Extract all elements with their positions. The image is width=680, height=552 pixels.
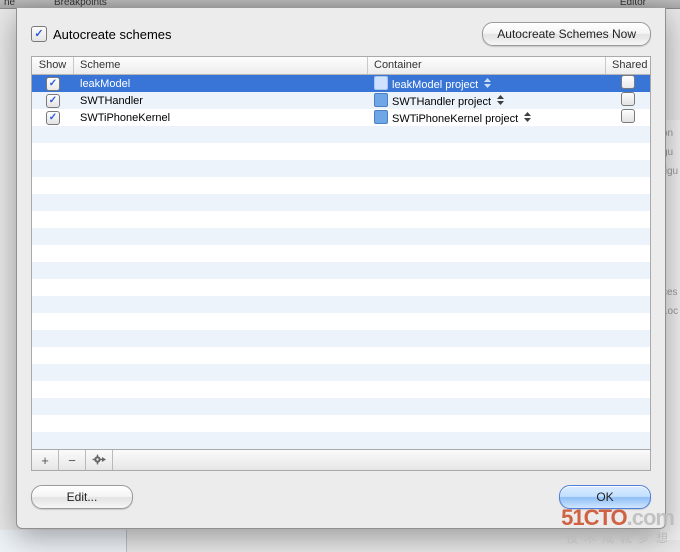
project-icon [374,93,388,107]
table-row-empty [32,296,650,313]
table-row[interactable]: SWTHandlerSWTHandler project [32,92,650,109]
table-header: Show Scheme Container Shared [32,57,650,75]
table-row-empty [32,313,650,330]
column-show[interactable]: Show [32,57,74,74]
shared-checkbox[interactable] [621,75,635,89]
table-row[interactable]: leakModelleakModel project [32,75,650,92]
table-row-empty [32,194,650,211]
scheme-name: SWTiPhoneKernel [74,112,368,124]
table-row-empty [32,381,650,398]
table-row-empty [32,126,650,143]
autocreate-schemes-checkbox[interactable]: Autocreate schemes [31,26,172,42]
table-row-empty [32,364,650,381]
column-container[interactable]: Container [368,57,606,74]
scheme-name: SWTHandler [74,95,368,107]
table-row-empty [32,398,650,415]
table-row-empty [32,245,650,262]
gear-icon [92,454,106,466]
table-row-empty [32,415,650,432]
sheet-footer: Edit... OK [17,476,665,528]
add-button[interactable]: + [32,450,59,470]
stepper-icon[interactable] [497,95,504,105]
table-row-empty [32,279,650,296]
container-cell[interactable]: SWTiPhoneKernel project [368,110,606,125]
table-row-empty [32,211,650,228]
ok-button[interactable]: OK [559,485,651,509]
table-row-empty [32,177,650,194]
table-row-empty [32,228,650,245]
edit-button[interactable]: Edit... [31,485,133,509]
bg-tab: Editor [620,0,646,8]
actions-menu-button[interactable] [86,450,113,470]
container-cell[interactable]: SWTHandler project [368,93,606,108]
scheme-name: leakModel [74,78,368,90]
project-icon [374,110,388,124]
show-checkbox[interactable] [46,77,60,91]
autocreate-now-button[interactable]: Autocreate Schemes Now [482,22,651,46]
background-sidebar [0,530,127,552]
remove-button[interactable]: − [59,450,86,470]
bg-tab: Breakpoints [54,0,107,8]
column-shared[interactable]: Shared [606,57,650,74]
bg-tab: ne [4,0,15,8]
show-checkbox[interactable] [46,94,60,108]
table-row-empty [32,160,650,177]
table-row-empty [32,330,650,347]
plus-icon: + [41,453,49,468]
manage-schemes-sheet: Autocreate schemes Autocreate Schemes No… [16,8,666,529]
stepper-icon[interactable] [484,78,491,88]
table-row[interactable]: SWTiPhoneKernelSWTiPhoneKernel project [32,109,650,126]
checkbox-icon [31,26,47,42]
sheet-header: Autocreate schemes Autocreate Schemes No… [17,8,665,56]
stepper-icon[interactable] [524,112,531,122]
show-checkbox[interactable] [46,111,60,125]
shared-checkbox[interactable] [621,109,635,123]
container-cell[interactable]: leakModel project [368,76,606,91]
table-row-empty [32,143,650,160]
column-scheme[interactable]: Scheme [74,57,368,74]
table-row-empty [32,347,650,364]
autocreate-label: Autocreate schemes [53,27,172,42]
table-row-empty [32,432,650,449]
table-body: leakModelleakModel project SWTHandlerSWT… [32,75,650,449]
table-controls: + − [31,450,651,471]
shared-checkbox[interactable] [621,92,635,106]
project-icon [374,76,388,90]
minus-icon: − [68,453,76,468]
table-row-empty [32,262,650,279]
schemes-table: Show Scheme Container Shared leakModelle… [31,56,651,450]
